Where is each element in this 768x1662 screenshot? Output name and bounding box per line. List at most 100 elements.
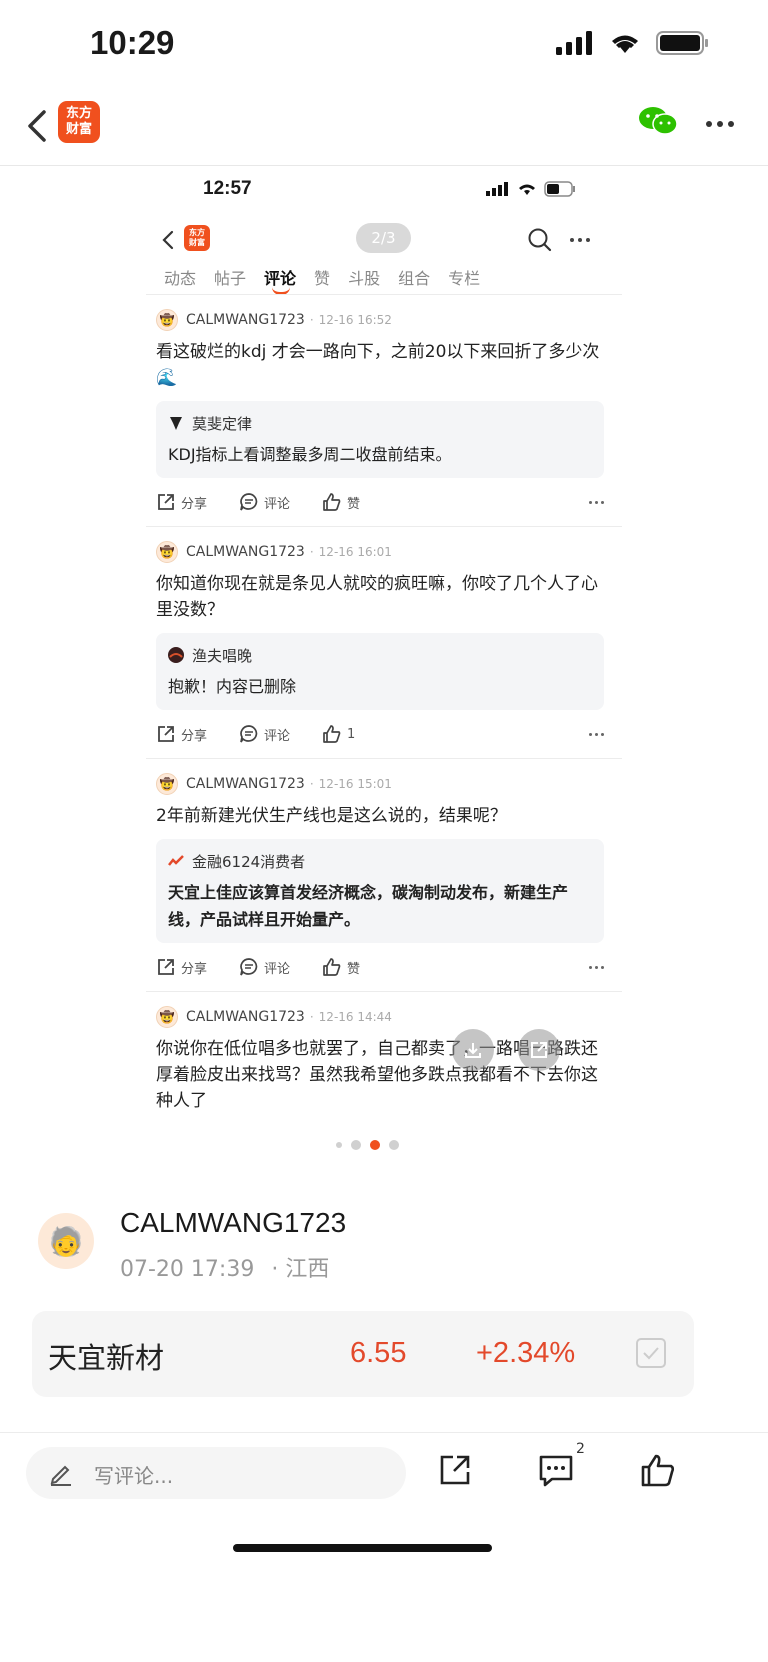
- comment-count-badge: 2: [576, 1441, 585, 1457]
- comment-username[interactable]: CALMWANG1723: [186, 544, 305, 560]
- home-indicator: [233, 1544, 492, 1552]
- more-options-button[interactable]: [706, 121, 734, 127]
- inner-status-icons: [486, 181, 576, 197]
- comment-button[interactable]: 评论: [239, 724, 290, 744]
- quoted-post[interactable]: 渔夫唱晚 抱歉！内容已删除: [156, 633, 604, 710]
- comment-more-button[interactable]: [589, 965, 604, 969]
- wechat-share-button[interactable]: [638, 105, 678, 141]
- signal-icon: [556, 31, 592, 55]
- comment-item[interactable]: 🤠 CALMWANG1723 · 12-16 15:01 2年前新建光伏生产线也…: [146, 759, 622, 992]
- author-avatar[interactable]: 🧓: [38, 1213, 94, 1269]
- comment-time: 12-16 14:44: [318, 1010, 392, 1024]
- comment-meta: 🤠 CALMWANG1723 · 12-16 15:01: [156, 771, 604, 797]
- comment-username[interactable]: CALMWANG1723: [186, 312, 305, 328]
- comment-meta: 🤠 CALMWANG1723 · 12-16 16:52: [156, 307, 604, 333]
- meta-separator: ·: [309, 313, 314, 327]
- quoted-post[interactable]: 莫斐定律 KDJ指标上看调整最多周二收盘前结束。: [156, 401, 604, 478]
- quoted-text: 天宜上佳应该算首发经济概念，碳淘制动发布，新建生产线，产品试样且开始量产。: [168, 883, 569, 929]
- comment-button[interactable]: 评论: [239, 492, 290, 512]
- share-button[interactable]: 分享: [156, 957, 207, 977]
- like-button[interactable]: 1: [322, 724, 355, 744]
- quoted-post[interactable]: 金融6124消费者 天宜上佳应该算首发经济概念，碳淘制动发布，新建生产线，产品试…: [156, 839, 604, 943]
- comment-actions: 分享 评论 赞: [156, 478, 604, 526]
- share-label: 分享: [181, 728, 208, 744]
- quoted-text: 抱歉！内容已删除: [168, 677, 297, 696]
- like-count: 1: [347, 726, 356, 742]
- inner-status-time: 12:57: [203, 178, 252, 199]
- share-icon: [158, 959, 174, 975]
- carousel-dot[interactable]: [336, 1142, 342, 1148]
- comment-item[interactable]: 🤠 CALMWANG1723 · 12-16 16:01 你知道你现在就是条见人…: [146, 527, 622, 759]
- share-button[interactable]: 分享: [156, 724, 207, 744]
- meta-separator: ·: [309, 777, 314, 791]
- comment-placeholder: 写评论...: [94, 1464, 174, 1488]
- chevron-left-icon: [162, 230, 174, 250]
- avatar[interactable]: 🤠: [156, 541, 178, 563]
- comment-time: 12-16 16:52: [318, 313, 392, 327]
- add-watchlist-checkbox[interactable]: [636, 1338, 666, 1368]
- stock-name: 天宜新材: [48, 1341, 165, 1375]
- thumbs-up-icon: [323, 725, 341, 743]
- back-button[interactable]: [22, 106, 56, 146]
- avatar[interactable]: 🤠: [156, 773, 178, 795]
- share-label: 分享: [181, 961, 208, 977]
- avatar[interactable]: 🤠: [156, 1006, 178, 1028]
- download-icon: [465, 1043, 481, 1058]
- comment-icon: [240, 958, 258, 976]
- app-logo[interactable]: 东方 财富: [58, 101, 100, 143]
- meta-separator: ·: [309, 545, 314, 559]
- post-datetime: 07-20 17:39: [120, 1257, 255, 1282]
- share-button[interactable]: 分享: [156, 492, 207, 512]
- author-name[interactable]: CALMWANG1723: [120, 1207, 346, 1239]
- like-button[interactable]: 赞: [322, 492, 360, 512]
- search-icon: [528, 228, 552, 252]
- wifi-icon: [612, 35, 638, 53]
- wifi-icon: [519, 184, 535, 195]
- comment-username[interactable]: CALMWANG1723: [186, 1009, 305, 1025]
- signal-icon: [486, 182, 508, 196]
- carousel-dot[interactable]: [351, 1140, 361, 1150]
- share-icon: [158, 726, 174, 742]
- status-bar: 10:29: [0, 0, 768, 90]
- quoted-username: 渔夫唱晚: [192, 646, 253, 665]
- like-button[interactable]: 赞: [322, 957, 360, 977]
- comment-text: 看这破烂的kdj 才会一路向下，之前20以下来回折了多少次🌊: [156, 342, 600, 388]
- download-button[interactable]: [452, 1029, 494, 1071]
- stock-change: +2.34%: [476, 1337, 576, 1369]
- comment-input[interactable]: 写评论...: [26, 1447, 406, 1499]
- author-meta: 07-20 17:39 · 江西: [120, 1251, 329, 1283]
- inner-search-button[interactable]: [527, 227, 553, 257]
- carousel-dot[interactable]: [389, 1140, 399, 1150]
- inner-back-button[interactable]: [160, 229, 176, 255]
- inner-more-button[interactable]: [570, 238, 590, 242]
- comment-more-button[interactable]: [589, 500, 604, 504]
- open-external-button[interactable]: [518, 1029, 560, 1071]
- chart-badge-icon: [168, 855, 184, 866]
- quoted-user: 莫斐定律: [168, 411, 592, 435]
- share-button[interactable]: [438, 1453, 472, 1487]
- comment-label: 评论: [264, 496, 291, 512]
- comment-button[interactable]: 评论: [239, 957, 290, 977]
- quoted-user: 金融6124消费者: [168, 849, 592, 873]
- inner-app-logo: 东方 财富: [184, 225, 210, 251]
- comment-item[interactable]: 🤠 CALMWANG1723 · 12-16 16:52 看这破烂的kdj 才会…: [146, 295, 622, 527]
- pencil-icon: [50, 1465, 71, 1486]
- like-button[interactable]: [640, 1453, 676, 1487]
- comments-button[interactable]: [538, 1453, 574, 1487]
- quoted-text: KDJ指标上看调整最多周二收盘前结束。: [168, 445, 452, 464]
- check-icon: [643, 1347, 659, 1360]
- embedded-screenshot[interactable]: 12:57 东方 财富 2/3 动态 帖子 评论 赞 斗股 组合 专栏 🤠 CA…: [146, 167, 622, 1182]
- stock-card[interactable]: 天宜新材 6.55 +2.34%: [32, 1311, 694, 1397]
- app-logo-text: 东方 财富: [65, 106, 92, 137]
- comment-username[interactable]: CALMWANG1723: [186, 776, 305, 792]
- like-label: 赞: [347, 496, 361, 512]
- user-avatar-icon: [168, 647, 184, 663]
- avatar[interactable]: 🤠: [156, 309, 178, 331]
- top-nav: 东方 财富: [0, 90, 768, 166]
- wechat-icon: [639, 107, 678, 135]
- comment-more-button[interactable]: [589, 732, 604, 736]
- comment-meta: 🤠 CALMWANG1723 · 12-16 16:01: [156, 539, 604, 565]
- share-label: 分享: [181, 496, 208, 512]
- carousel-dot-active[interactable]: [370, 1140, 380, 1150]
- like-label: 赞: [347, 961, 361, 977]
